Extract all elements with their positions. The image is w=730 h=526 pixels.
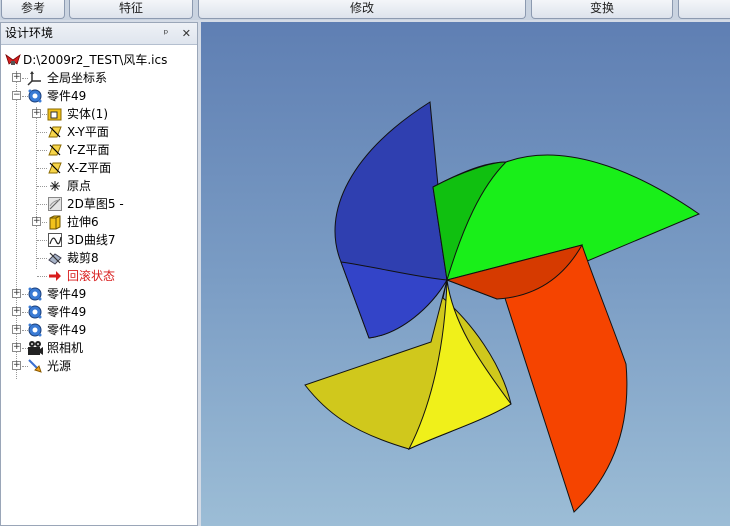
tree-item-label: X-Y平面 [67,125,109,139]
tree-item-label: 实体(1) [67,107,108,121]
tree-item-label: 裁剪8 [67,251,99,265]
axes-icon [27,70,43,86]
collapse-button[interactable]: − [12,91,21,100]
tree-item-extrude[interactable]: + 拉伸6 [1,213,197,231]
expand-button[interactable]: + [12,73,21,82]
tree-item-label: 原点 [67,179,92,193]
tab-modify[interactable]: 修改 [198,0,526,19]
part-icon [27,286,43,302]
trim-icon [47,250,63,266]
curve3d-icon [47,232,63,248]
tree-root-label: D:\2009r2_TEST\风车.ics [23,53,168,67]
tree-item-3d-curve[interactable]: 3D曲线7 [1,231,197,249]
plane-icon [47,124,63,140]
ribbon-tab-bar: 参考 特征 修改 变换 [0,0,730,20]
part-icon [27,304,43,320]
tree-root[interactable]: D:\2009r2_TEST\风车.ics [1,51,197,69]
origin-icon [47,178,63,194]
expand-button[interactable]: + [12,361,21,370]
tree-item-solid[interactable]: + 实体(1) [1,105,197,123]
tree-item-label: 零件49 [47,323,87,337]
expand-button[interactable]: + [32,217,41,226]
tab-transform[interactable]: 变换 [531,0,673,19]
tree-item-part[interactable]: + 零件49 [1,303,197,321]
tree-item-part[interactable]: + 零件49 [1,285,197,303]
tree-item-part-expanded[interactable]: − 零件49 [1,87,197,105]
tree-item-light[interactable]: + 光源 [1,357,197,375]
tree-item-label: 拉伸6 [67,215,99,229]
pinwheel-model [304,101,701,513]
tree-item-label: 照相机 [47,341,84,355]
tree-item-xy-plane[interactable]: X-Y平面 [1,123,197,141]
tree-item-label: 2D草图5 - [67,197,124,211]
tree-item-sketch[interactable]: 2D草图5 - [1,195,197,213]
tree-item-label: 零件49 [47,287,87,301]
camera-icon [27,340,43,356]
tree-item-yz-plane[interactable]: Y-Z平面 [1,141,197,159]
tree-item-trim[interactable]: 裁剪8 [1,249,197,267]
rollback-arrow-icon [47,268,63,284]
tab-overflow[interactable] [678,0,730,19]
tree-item-label: Y-Z平面 [67,143,110,157]
tree-item-label: 回滚状态 [67,269,116,283]
expand-button[interactable]: + [12,289,21,298]
expand-button[interactable]: + [12,307,21,316]
panel-title: 设计环境 [5,26,54,40]
expand-button[interactable]: + [12,325,21,334]
tree-item-rollback-state[interactable]: 回滚状态 [1,267,197,285]
tree-item-origin[interactable]: 原点 [1,177,197,195]
tab-feature[interactable]: 特征 [69,0,193,19]
tree-item-label: 3D曲线7 [67,233,116,247]
tree-item-global-coords[interactable]: + 全局坐标系 [1,69,197,87]
tab-reference[interactable]: 参考 [1,0,65,19]
expand-button[interactable]: + [12,343,21,352]
pin-icon[interactable]: ᵖ [164,27,169,40]
tree-item-camera[interactable]: + 照相机 [1,339,197,357]
expand-button[interactable]: + [32,109,41,118]
plane-icon [47,142,63,158]
part-icon [27,88,43,104]
solid-icon [47,106,63,122]
design-environment-panel: 设计环境 ᵖ ✕ D:\2009r2_TEST\风车.ics + 全局坐标系 −… [0,22,198,526]
close-icon[interactable]: ✕ [182,27,191,40]
tree-item-label: 零件49 [47,89,87,103]
tree-item-part[interactable]: + 零件49 [1,321,197,339]
extrude-icon [47,214,63,230]
tree-item-label: 光源 [47,359,72,373]
scene-file-icon [5,52,21,68]
sketch-icon [47,196,63,212]
light-icon [27,358,43,374]
part-icon [27,322,43,338]
tree-item-label: 零件49 [47,305,87,319]
tree-item-label: X-Z平面 [67,161,112,175]
tree-item-label: 全局坐标系 [47,71,108,85]
tree-item-xz-plane[interactable]: X-Z平面 [1,159,197,177]
panel-header: 设计环境 ᵖ ✕ [1,23,197,45]
plane-icon [47,160,63,176]
3d-viewport[interactable] [201,22,730,526]
